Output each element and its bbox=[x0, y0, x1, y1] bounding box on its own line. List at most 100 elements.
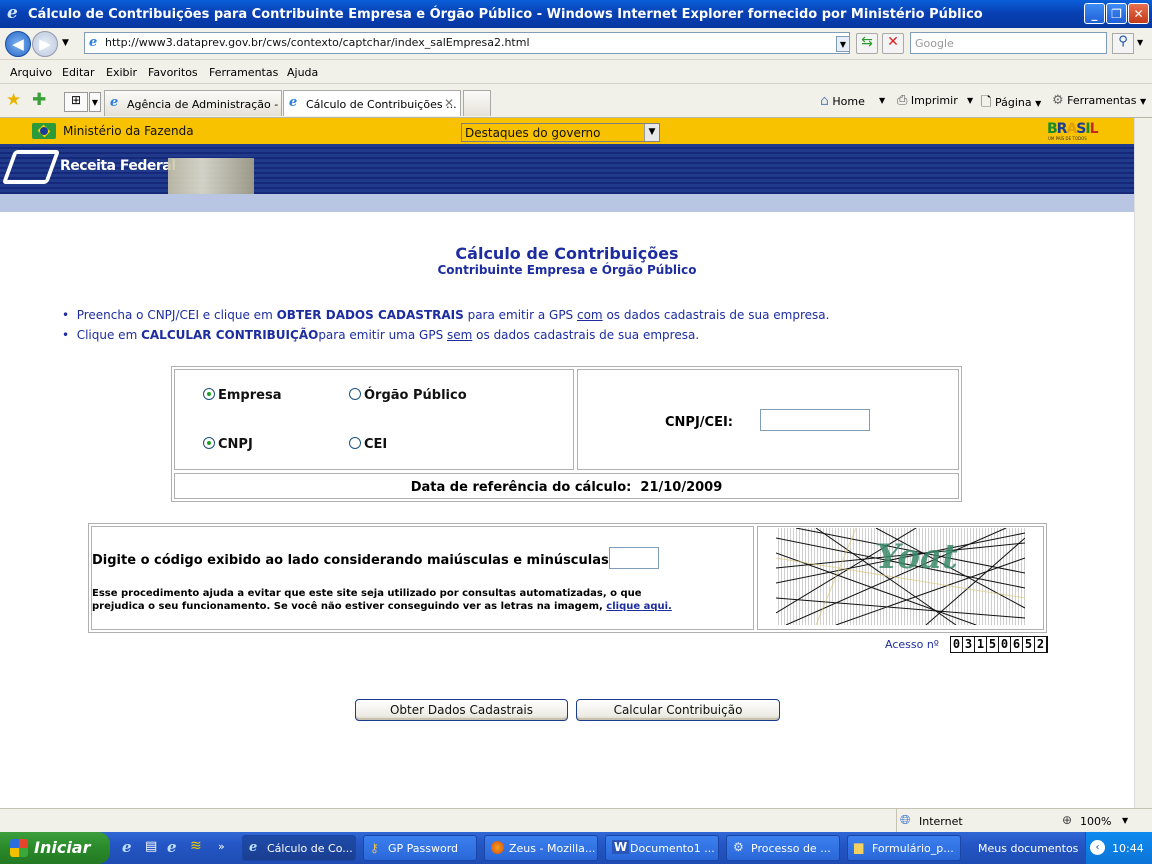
receita-banner: Receita Federal bbox=[0, 144, 1134, 194]
captcha-image: Yoat bbox=[776, 528, 1025, 625]
address-toolbar: ◀ ▶ ▼ e http://www3.dataprev.gov.br/cws/… bbox=[0, 28, 1152, 60]
tab-page-icon: e bbox=[289, 95, 298, 110]
access-digit: 2 bbox=[1035, 637, 1046, 652]
task-key-icon: ⚷ bbox=[370, 841, 379, 855]
zoom-dropdown-icon[interactable]: ▼ bbox=[1122, 816, 1128, 825]
tab-page-icon: e bbox=[110, 95, 119, 110]
printer-icon: ⎙ bbox=[897, 93, 908, 108]
window-title-bar: e Cálculo de Contribuições para Contribu… bbox=[0, 0, 1152, 28]
stop-icon[interactable]: ✕ bbox=[882, 33, 904, 54]
maximize-button[interactable]: ❐ bbox=[1106, 3, 1127, 24]
address-dropdown-icon[interactable]: ▼ bbox=[836, 36, 850, 52]
status-bar: 🌐︎ Internet ⊕ 100% ▼ bbox=[0, 808, 1152, 833]
calcular-contribuicao-button[interactable]: Calcular Contribuição bbox=[576, 699, 780, 721]
captcha-glyphs: Yoat bbox=[876, 537, 958, 577]
tab-calculo[interactable]: e Cálculo de Contribuições ... ✕ bbox=[283, 90, 461, 116]
search-icon[interactable]: ⚲ bbox=[1112, 33, 1134, 54]
tools-menu-button[interactable]: ⚙ Ferramentas ▼ bbox=[1052, 93, 1146, 108]
building-image bbox=[168, 158, 254, 194]
access-digit: 0 bbox=[951, 637, 962, 652]
instruction-1: • Preencha o CNPJ/CEI e clique em OBTER … bbox=[62, 308, 830, 322]
tray-chevron-icon[interactable]: ‹ bbox=[1090, 840, 1105, 855]
brasil-logo: BRASIL bbox=[1047, 121, 1099, 137]
access-label: Acesso nº bbox=[885, 638, 939, 651]
captcha-text-panel bbox=[91, 526, 754, 630]
add-favorites-icon[interactable]: ✚ bbox=[32, 90, 46, 110]
forward-button[interactable]: ▶ bbox=[32, 31, 58, 57]
clock: 10:44 bbox=[1112, 842, 1144, 855]
menu-ferramentas[interactable]: Ferramentas bbox=[209, 66, 278, 79]
menu-exibir[interactable]: Exibir bbox=[106, 66, 137, 79]
captcha-label: Digite o código exibido ao lado consider… bbox=[92, 553, 614, 568]
history-dropdown-icon[interactable]: ▼ bbox=[62, 38, 69, 48]
radio-cei[interactable]: CEI bbox=[349, 437, 387, 452]
access-counter: 0 3 1 5 0 6 5 2 bbox=[950, 636, 1048, 653]
task-zeus-mozilla[interactable]: Zeus - Mozilla... bbox=[484, 835, 598, 861]
menu-arquivo[interactable]: Arquivo bbox=[10, 66, 52, 79]
quicklaunch-app-icon[interactable]: ≋ bbox=[190, 838, 202, 854]
zone-label: Internet bbox=[919, 815, 963, 828]
minimize-button[interactable]: _ bbox=[1084, 3, 1105, 24]
task-app-icon: ⚙ bbox=[733, 840, 744, 854]
favorites-star-icon[interactable]: ★ bbox=[6, 90, 21, 110]
task-folder-icon: ▆ bbox=[854, 840, 864, 854]
radio-orgao-publico[interactable]: Órgão Público bbox=[349, 388, 467, 403]
menu-ajuda[interactable]: Ajuda bbox=[287, 66, 318, 79]
menu-bar: Arquivo Editar Exibir Favoritos Ferramen… bbox=[0, 60, 1152, 84]
tab-agencia[interactable]: e Agência de Administração - S... bbox=[104, 90, 282, 116]
menu-editar[interactable]: Editar bbox=[62, 66, 95, 79]
quick-tabs-icon[interactable]: ⊞ bbox=[64, 92, 88, 112]
print-dropdown-icon[interactable]: ▼ bbox=[967, 96, 973, 105]
receita-logo-text: Receita Federal bbox=[60, 158, 176, 174]
access-digit: 5 bbox=[987, 637, 998, 652]
captcha-help: Esse procedimento ajuda a evitar que est… bbox=[92, 588, 672, 612]
search-options-icon[interactable]: ▼ bbox=[1137, 38, 1143, 47]
home-dropdown-icon[interactable]: ▼ bbox=[879, 96, 885, 105]
captcha-noise-lines: Yoat bbox=[776, 528, 1025, 625]
chevron-down-icon: ▼ bbox=[644, 124, 659, 141]
quicklaunch-browser-icon[interactable]: e bbox=[167, 838, 177, 856]
back-button[interactable]: ◀ bbox=[5, 31, 31, 57]
tab-close-icon[interactable]: ✕ bbox=[444, 96, 454, 110]
captcha-input[interactable] bbox=[609, 547, 659, 569]
government-bar: Ministério da Fazenda Destaques do gover… bbox=[0, 118, 1134, 144]
task-calculo[interactable]: e Cálculo de Co... bbox=[242, 835, 356, 861]
task-formulario[interactable]: ▆ Formulário_p... bbox=[847, 835, 961, 861]
clique-aqui-link[interactable]: clique aqui. bbox=[606, 601, 672, 612]
destaques-select[interactable]: Destaques do governo ▼ bbox=[461, 123, 660, 142]
receita-logo-icon bbox=[1, 150, 61, 184]
close-button[interactable]: ✕ bbox=[1128, 3, 1149, 24]
window-title: Cálculo de Contribuições para Contribuin… bbox=[28, 6, 983, 22]
task-documento1[interactable]: W Documento1 ... bbox=[605, 835, 719, 861]
windows-logo-icon bbox=[10, 839, 28, 857]
brazil-flag-icon bbox=[32, 123, 56, 139]
menu-favoritos[interactable]: Favoritos bbox=[148, 66, 198, 79]
quicklaunch-ie-icon[interactable]: e bbox=[122, 838, 132, 856]
zoom-level[interactable]: 100% bbox=[1080, 815, 1111, 828]
cnpj-input[interactable] bbox=[760, 409, 870, 431]
ministry-link[interactable]: Ministério da Fazenda bbox=[63, 124, 194, 138]
refresh-icon[interactable]: ⇆ bbox=[856, 33, 878, 54]
task-gp-password[interactable]: ⚷ GP Password bbox=[363, 835, 477, 861]
task-processo[interactable]: ⚙ Processo de ... bbox=[726, 835, 840, 861]
tab-list-icon[interactable]: ▼ bbox=[89, 92, 101, 112]
vertical-scrollbar[interactable] bbox=[1134, 118, 1152, 808]
header-band bbox=[0, 194, 1134, 212]
start-button[interactable]: Iniciar bbox=[0, 832, 110, 864]
print-button[interactable]: ⎙ Imprimir bbox=[897, 93, 958, 108]
page-menu-button[interactable]: 🗋 Página ▼ bbox=[981, 93, 1041, 115]
quicklaunch-desktop-icon[interactable]: ▤ bbox=[145, 839, 157, 854]
new-tab-button[interactable] bbox=[463, 90, 491, 116]
search-input[interactable]: Google bbox=[910, 32, 1107, 54]
page-icon: e bbox=[89, 35, 98, 50]
obter-dados-button[interactable]: Obter Dados Cadastrais bbox=[355, 699, 568, 721]
taskbar-chevron-icon[interactable]: » bbox=[218, 840, 225, 853]
my-documents-toolbar[interactable]: Meus documentos bbox=[978, 842, 1078, 855]
address-input[interactable]: e http://www3.dataprev.gov.br/cws/contex… bbox=[84, 32, 850, 54]
home-button[interactable]: ⌂ Home bbox=[820, 93, 865, 109]
radio-cnpj[interactable]: CNPJ bbox=[203, 437, 253, 452]
ref-date: Data de referência do cálculo: 21/10/200… bbox=[410, 480, 723, 495]
radio-empresa[interactable]: Empresa bbox=[203, 388, 281, 403]
system-tray: ‹ 10:44 bbox=[1085, 832, 1152, 864]
access-digit: 5 bbox=[1023, 637, 1034, 652]
